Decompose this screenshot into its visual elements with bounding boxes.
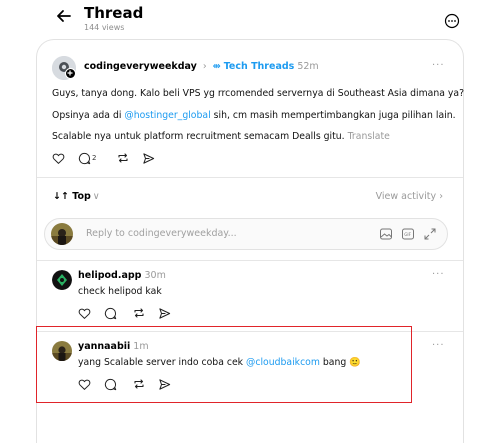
reply-text: check helipod kak <box>78 286 162 297</box>
reply-actions <box>78 306 184 320</box>
post-time: 52m <box>297 61 319 72</box>
divider <box>37 177 463 178</box>
post-actions: 2 <box>52 151 168 165</box>
post-line-2-text: Opsinya ada di <box>52 110 125 121</box>
chevron-down-icon: ∨ <box>92 191 100 202</box>
divider <box>37 260 463 261</box>
post-more-icon[interactable]: ··· <box>432 60 445 71</box>
like-icon[interactable] <box>78 306 92 320</box>
topic-link[interactable]: Tech Threads <box>224 61 295 72</box>
follow-plus-icon[interactable] <box>65 68 76 79</box>
chevron-right-icon: › <box>202 61 207 72</box>
sort-label: Top <box>72 191 91 202</box>
back-arrow-icon[interactable] <box>54 6 74 26</box>
post-line-1: Guys, tanya dong. Kalo beli VPS yg rrcom… <box>52 88 465 99</box>
topic-tag-icon: ⇎ <box>212 61 221 72</box>
svg-text:GIF: GIF <box>404 232 411 237</box>
reply-more-icon[interactable]: ··· <box>432 269 445 280</box>
reply-username[interactable]: helipod.app <box>78 270 141 281</box>
expand-icon[interactable] <box>423 227 437 241</box>
reply-icon[interactable] <box>104 306 118 320</box>
post-meta: codingeveryweekday › ⇎ Tech Threads 52m <box>84 61 319 72</box>
post-line-3-text: Scalable nya untuk platform recruitment … <box>52 131 345 142</box>
thread-header: Thread 144 views <box>0 0 500 40</box>
view-count: 144 views <box>84 23 125 32</box>
post-line-2-text-end: sih, cm masih mempertimbangkan juga pili… <box>210 110 456 121</box>
mention-link[interactable]: @hostinger_global <box>124 110 210 121</box>
my-avatar <box>51 223 73 245</box>
view-activity-link[interactable]: View activity › <box>376 191 443 202</box>
repost-icon[interactable] <box>132 306 146 320</box>
reply-avatar[interactable] <box>52 270 72 290</box>
reply-icon[interactable]: 2 <box>78 151 104 165</box>
share-icon[interactable] <box>158 306 172 320</box>
post-line-2: Opsinya ada di @hostinger_global sih, cm… <box>52 110 456 121</box>
gif-icon[interactable]: GIF <box>401 227 415 241</box>
translate-link[interactable]: Translate <box>348 131 390 142</box>
reply-count: 2 <box>92 154 97 162</box>
composer-tools: GIF <box>379 227 437 241</box>
reply-input[interactable]: Reply to codingeveryweekday... <box>86 228 237 239</box>
more-options-icon[interactable] <box>444 13 460 29</box>
page-title: Thread <box>84 4 144 22</box>
share-icon[interactable] <box>142 151 156 165</box>
sort-dropdown[interactable]: ↓↑ Top ∨ <box>53 191 100 202</box>
view-activity-label: View activity <box>375 191 437 202</box>
highlight-box <box>36 326 412 403</box>
like-icon[interactable] <box>52 151 66 165</box>
sort-icon: ↓↑ <box>53 191 69 202</box>
image-icon[interactable] <box>379 227 393 241</box>
reply-time: 30m <box>144 270 166 281</box>
reply-composer[interactable]: Reply to codingeveryweekday... GIF <box>44 218 448 250</box>
reply-more-icon[interactable]: ··· <box>432 340 445 351</box>
author-username[interactable]: codingeveryweekday <box>84 61 197 72</box>
repost-icon[interactable] <box>116 151 130 165</box>
reply-meta: helipod.app 30m <box>78 270 166 281</box>
post-line-3: Scalable nya untuk platform recruitment … <box>52 131 390 142</box>
